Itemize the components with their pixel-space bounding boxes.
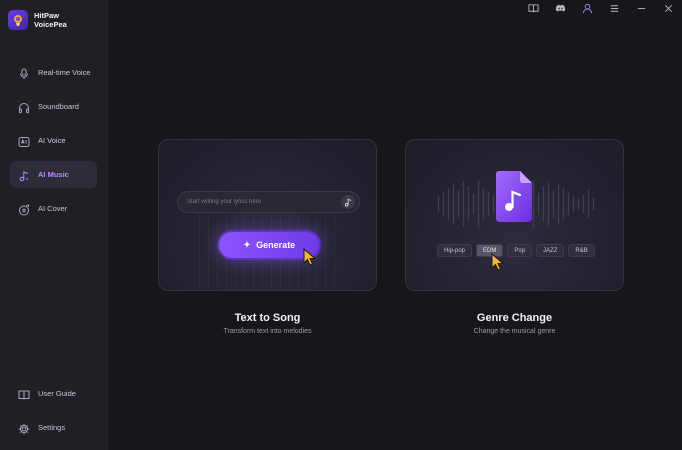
sidebar-nav: Real-time Voice Soundboard AI Voice AI M…: [10, 59, 97, 229]
music-note-icon: [18, 169, 30, 181]
sidebar-bottom: User Guide Settings: [10, 380, 97, 448]
sidebar-item-user-guide[interactable]: User Guide: [10, 380, 97, 407]
music-file-icon: [496, 171, 532, 222]
sidebar-item-label: AI Music: [38, 170, 69, 179]
app-logo-icon: [8, 10, 28, 30]
book-icon[interactable]: [520, 0, 547, 16]
lyrics-input[interactable]: [187, 199, 337, 205]
minimize-icon[interactable]: [628, 0, 655, 16]
sidebar-item-ai-voice[interactable]: AI Voice: [10, 127, 97, 154]
genre-chip-list: Hip-pop EDM Pop JAZZ R&B: [437, 244, 599, 257]
microphone-icon: [18, 67, 30, 79]
gear-icon: [18, 422, 30, 434]
ai-voice-icon: [18, 135, 30, 147]
genre-change-card[interactable]: Hip-pop EDM Pop JAZZ R&B: [405, 139, 624, 291]
cursor-pointer-icon: [491, 253, 505, 271]
card-title-text-to-song: Text to Song: [234, 312, 301, 324]
genre-chip-jazz[interactable]: JAZZ: [536, 244, 565, 257]
sidebar-item-label: User Guide: [38, 389, 76, 398]
sidebar-item-settings[interactable]: Settings: [10, 414, 97, 441]
app-window: HitPaw VoicePea Real-time Voice Soundboa…: [0, 0, 682, 450]
generate-button-label: Generate: [256, 240, 296, 250]
sidebar-item-label: AI Cover: [38, 204, 68, 213]
sidebar-item-label: Settings: [38, 423, 66, 432]
sidebar-item-soundboard[interactable]: Soundboard: [10, 93, 97, 120]
sidebar-item-real-time-voice[interactable]: Real-time Voice: [10, 59, 97, 86]
brand: HitPaw VoicePea: [8, 10, 67, 30]
sidebar: HitPaw VoicePea Real-time Voice Soundboa…: [0, 0, 108, 450]
sidebar-item-label: Real-time Voice: [38, 68, 91, 77]
app-name-line2: VoicePea: [34, 20, 67, 29]
genre-chip-rnb[interactable]: R&B: [568, 244, 595, 257]
text-to-song-card[interactable]: ✦ Generate: [158, 139, 377, 291]
card-title-genre-change: Genre Change: [476, 312, 553, 324]
genre-chip-pop[interactable]: Pop: [507, 244, 533, 257]
close-icon[interactable]: [655, 0, 682, 16]
lyrics-input-box[interactable]: [177, 191, 360, 213]
cursor-pointer-icon: [303, 248, 317, 266]
card-subtitle-text-to-song: Transform text into melodies: [223, 328, 312, 335]
menu-icon[interactable]: [601, 0, 628, 16]
sidebar-item-ai-music[interactable]: AI Music: [10, 161, 97, 188]
headphones-icon: [18, 101, 30, 113]
book-icon: [18, 388, 30, 400]
music-note-icon[interactable]: [341, 195, 355, 209]
sparkle-icon: ✦: [242, 239, 252, 251]
vinyl-disc-icon: [18, 203, 30, 215]
app-name-line1: HitPaw: [34, 11, 60, 20]
sidebar-item-label: Soundboard: [38, 102, 79, 111]
title-bar: [520, 0, 682, 16]
app-name: HitPaw VoicePea: [34, 11, 67, 29]
sidebar-item-ai-cover[interactable]: AI Cover: [10, 195, 97, 222]
genre-chip-hip-pop[interactable]: Hip-pop: [437, 244, 473, 257]
card-subtitle-genre-change: Change the musical genre: [473, 328, 556, 335]
sidebar-item-label: AI Voice: [38, 136, 66, 145]
user-icon[interactable]: [574, 0, 601, 16]
discord-icon[interactable]: [547, 0, 574, 16]
